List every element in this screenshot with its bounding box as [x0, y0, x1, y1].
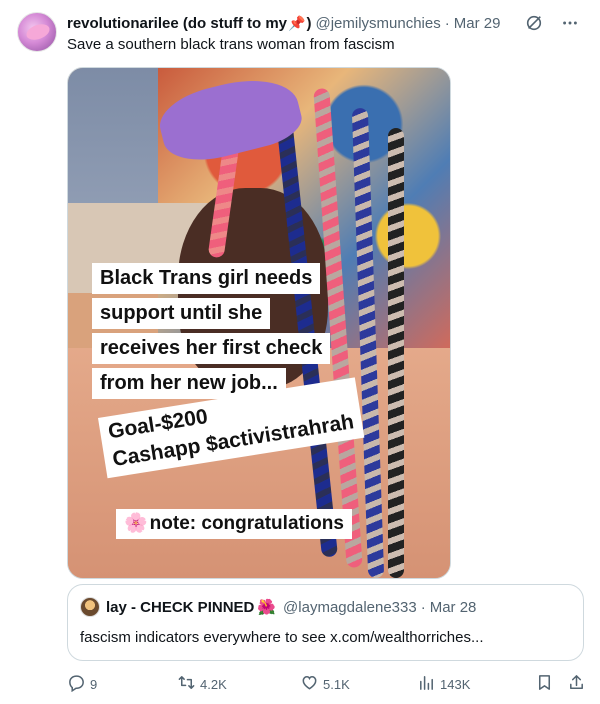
bookmark-icon [535, 673, 554, 695]
note-caption: 🌸 note: congratulations [116, 509, 352, 539]
views-icon [417, 673, 436, 695]
separator-dot: · [420, 598, 426, 616]
more-icon[interactable] [560, 13, 580, 33]
caption-line-3: receives her first check [92, 333, 331, 364]
views-button[interactable]: 143K [417, 673, 470, 695]
post-timestamp[interactable]: Mar 29 [454, 15, 501, 32]
pushpin-emoji-icon: 📌 [288, 14, 306, 31]
quoted-post-text: fascism indicators everywhere to see x.c… [80, 629, 484, 646]
quoted-author-display-name: lay - CHECK PINNED [106, 598, 255, 616]
tweet: revolutionarilee (do stuff to my📌) @jemi… [0, 0, 600, 704]
reply-count: 9 [90, 676, 98, 692]
author-handle[interactable]: @jemilysmunchies [315, 15, 440, 32]
share-button[interactable] [567, 673, 586, 695]
quoted-post[interactable]: lay - CHECK PINNED 🌺 @laymagdalene333 · … [67, 584, 584, 661]
caption-line-1: Black Trans girl needs [92, 263, 321, 294]
tweet-text: Save a southern black trans woman from f… [67, 36, 395, 53]
hibiscus-emoji-icon: 🌺 [257, 599, 277, 616]
author-avatar[interactable] [17, 12, 57, 52]
reply-button[interactable]: 9 [67, 673, 97, 695]
repost-button[interactable]: 4.2K [177, 673, 227, 695]
quoted-author-avatar [80, 597, 100, 617]
like-icon [300, 673, 319, 695]
author-display-name[interactable]: revolutionarilee (do stuff to my📌) [67, 15, 311, 32]
bookmark-button[interactable] [535, 673, 554, 695]
share-icon [567, 673, 586, 695]
quoted-post-timestamp: Mar 28 [429, 598, 477, 616]
caption-line-2: support until she [92, 298, 271, 329]
grok-icon[interactable] [524, 13, 544, 33]
quoted-author-handle: @laymagdalene333 [283, 598, 417, 616]
like-button[interactable]: 5.1K [300, 673, 350, 695]
post-image[interactable]: Black Trans girl needs support until she… [67, 67, 451, 579]
flower-emoji-icon: 🌸 [124, 513, 148, 534]
action-bar: 9 4.2K 5.1K 143K [67, 674, 587, 694]
tweet-header: revolutionarilee (do stuff to my📌) @jemi… [67, 13, 580, 33]
note-text: note: congratulations [149, 513, 344, 534]
like-count: 5.1K [323, 676, 350, 692]
views-count: 143K [440, 676, 471, 692]
reply-icon [67, 673, 86, 695]
repost-icon [177, 673, 196, 695]
quoted-post-header: lay - CHECK PINNED 🌺 @laymagdalene333 · … [80, 597, 571, 617]
repost-count: 4.2K [200, 676, 227, 692]
separator-dot: · [444, 14, 450, 32]
